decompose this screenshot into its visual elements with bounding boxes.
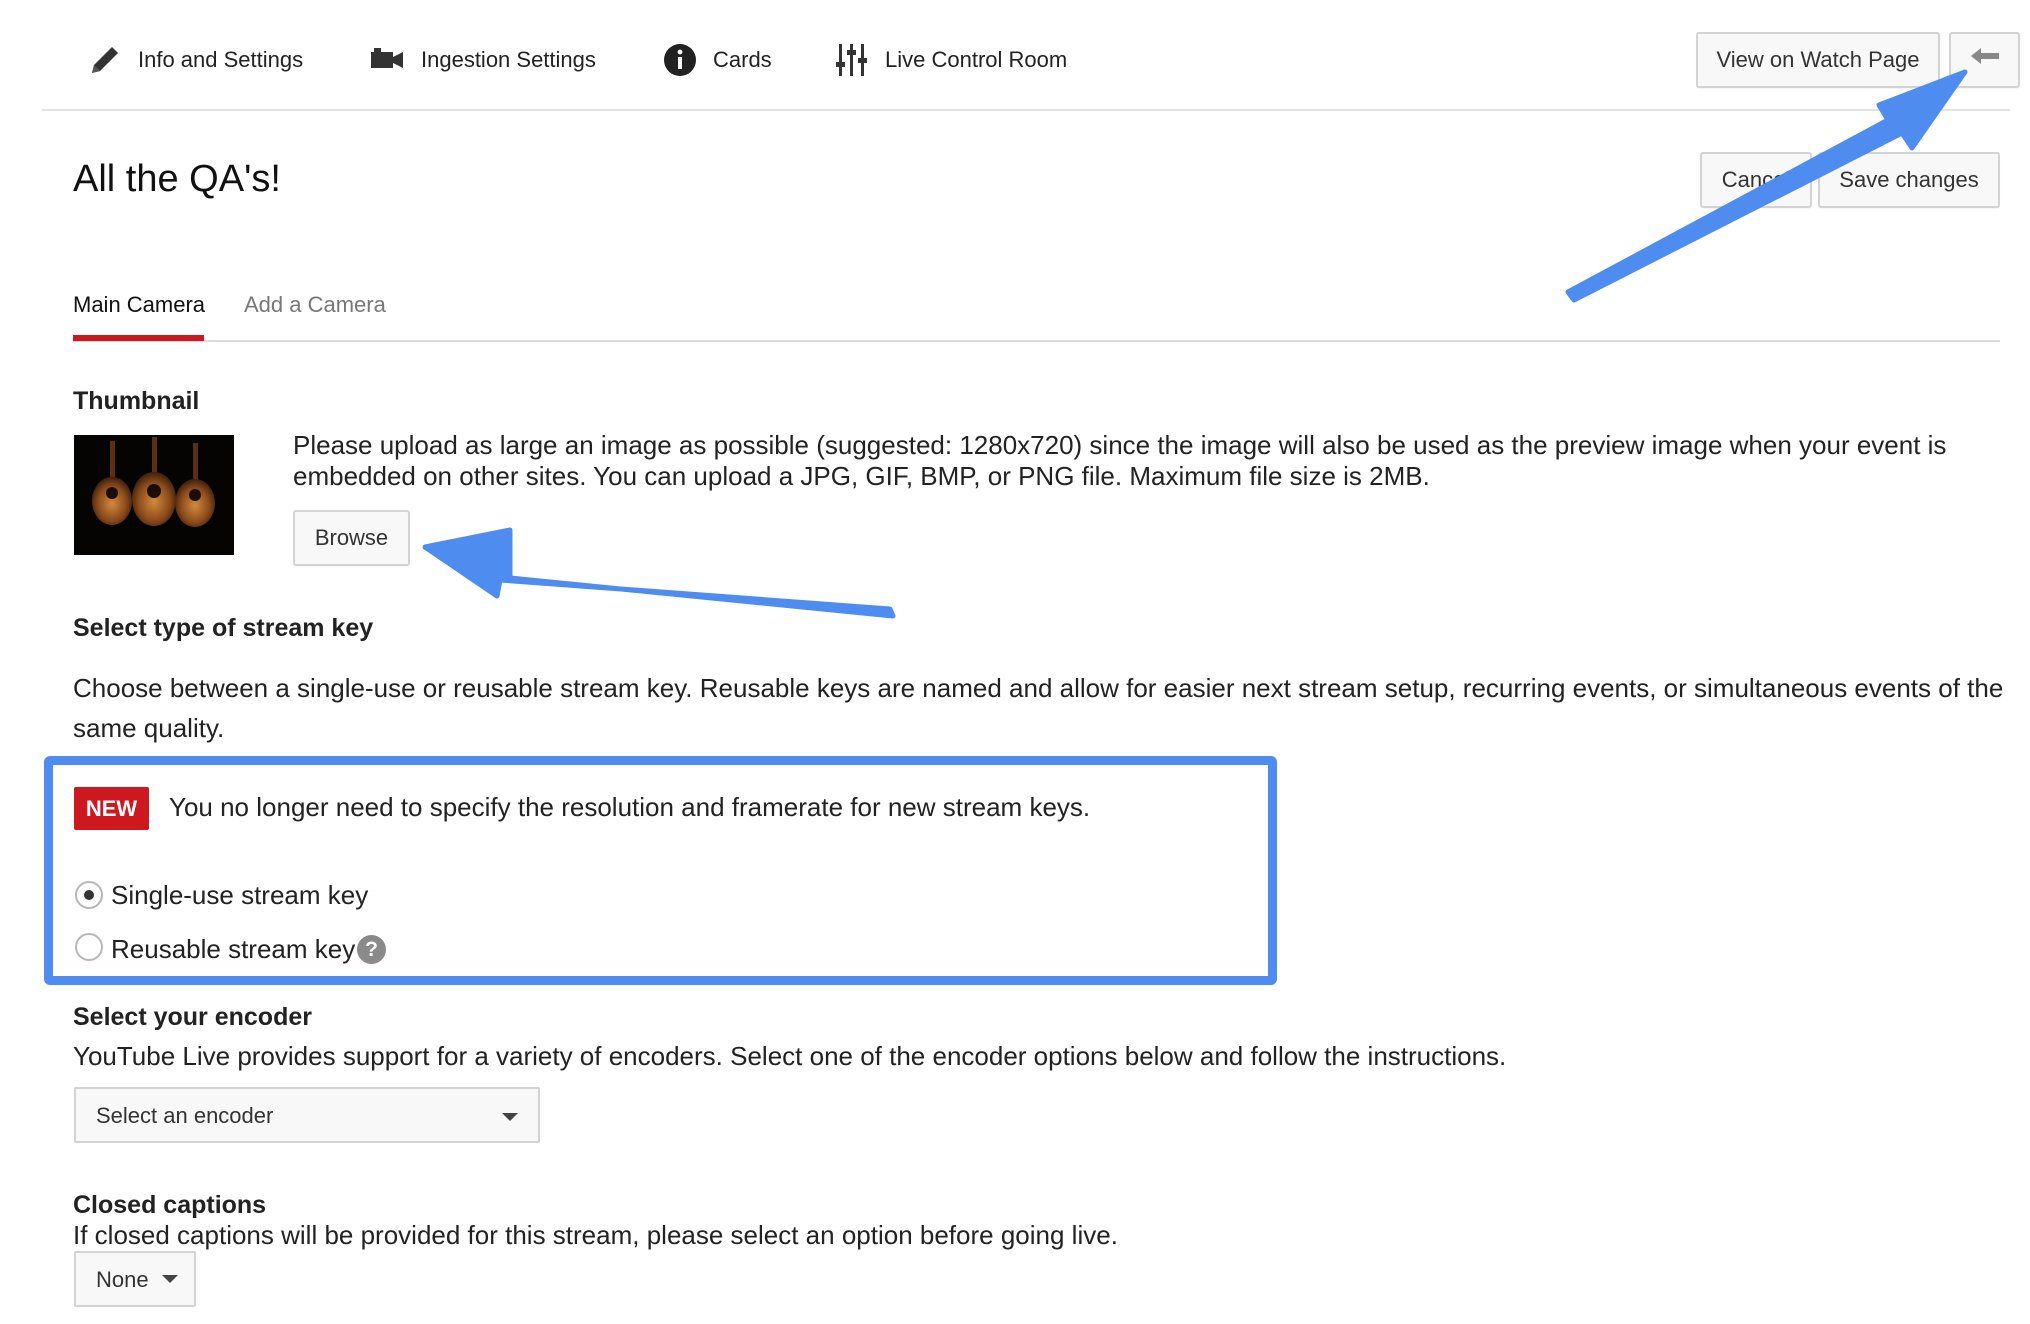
nav-cards[interactable]: Cards [663, 36, 772, 84]
back-button[interactable] [1949, 32, 2020, 88]
nav-info-and-settings-label: Info and Settings [138, 47, 304, 72]
tab-add-a-camera[interactable]: Add a Camera [244, 292, 386, 318]
encoder-description: YouTube Live provides support for a vari… [73, 1041, 1507, 1071]
single-use-label[interactable]: Single-use stream key [111, 875, 368, 915]
captions-description: If closed captions will be provided for … [73, 1220, 1118, 1250]
stream-key-title: Select type of stream key [73, 614, 374, 642]
page-title: All the QA's! [73, 158, 281, 200]
save-changes-button[interactable]: Save changes [1818, 152, 2000, 208]
thumbnail-image[interactable] [74, 435, 234, 555]
help-icon[interactable]: ? [357, 935, 386, 964]
view-on-watch-page-button[interactable]: View on Watch Page [1696, 32, 1940, 88]
nav-live-control-room[interactable]: Live Control Room [835, 36, 1067, 84]
cancel-button[interactable]: Cancel [1700, 152, 1812, 208]
nav-ingestion-settings-label: Ingestion Settings [421, 47, 596, 72]
new-badge: NEW [74, 787, 149, 830]
stream-key-notice: You no longer need to specify the resolu… [169, 792, 1091, 822]
chevron-down-icon [162, 1275, 178, 1283]
encoder-title: Select your encoder [73, 1003, 312, 1031]
nav-ingestion-settings[interactable]: Ingestion Settings [369, 36, 596, 84]
tabs-divider [73, 340, 2000, 342]
video-camera-icon [369, 46, 405, 74]
nav-cards-label: Cards [713, 47, 772, 72]
tab-main-camera[interactable]: Main Camera [73, 292, 205, 318]
arrow-to-browse-button [422, 527, 896, 619]
captions-select[interactable]: None [74, 1251, 196, 1307]
info-icon [663, 43, 697, 77]
captions-select-value: None [96, 1267, 149, 1292]
nav-live-control-room-label: Live Control Room [885, 47, 1068, 72]
chevron-down-icon [502, 1113, 518, 1121]
thumbnail-description: Please upload as large an image as possi… [293, 430, 1947, 491]
sliders-icon [835, 42, 869, 78]
active-tab-indicator [73, 335, 204, 341]
reusable-label[interactable]: Reusable stream key [111, 929, 355, 969]
nav-info-and-settings[interactable]: Info and Settings [88, 36, 303, 84]
encoder-select[interactable]: Select an encoder [74, 1087, 540, 1143]
reusable-radio[interactable] [75, 933, 103, 961]
browse-button[interactable]: Browse [293, 510, 410, 566]
back-arrow-icon [1969, 47, 2001, 73]
stream-key-description: Choose between a single-use or reusable … [73, 673, 2004, 743]
single-use-radio[interactable] [75, 881, 103, 909]
encoder-select-value: Select an encoder [96, 1103, 274, 1128]
pencil-icon [88, 43, 122, 77]
thumbnail-title: Thumbnail [73, 387, 200, 415]
